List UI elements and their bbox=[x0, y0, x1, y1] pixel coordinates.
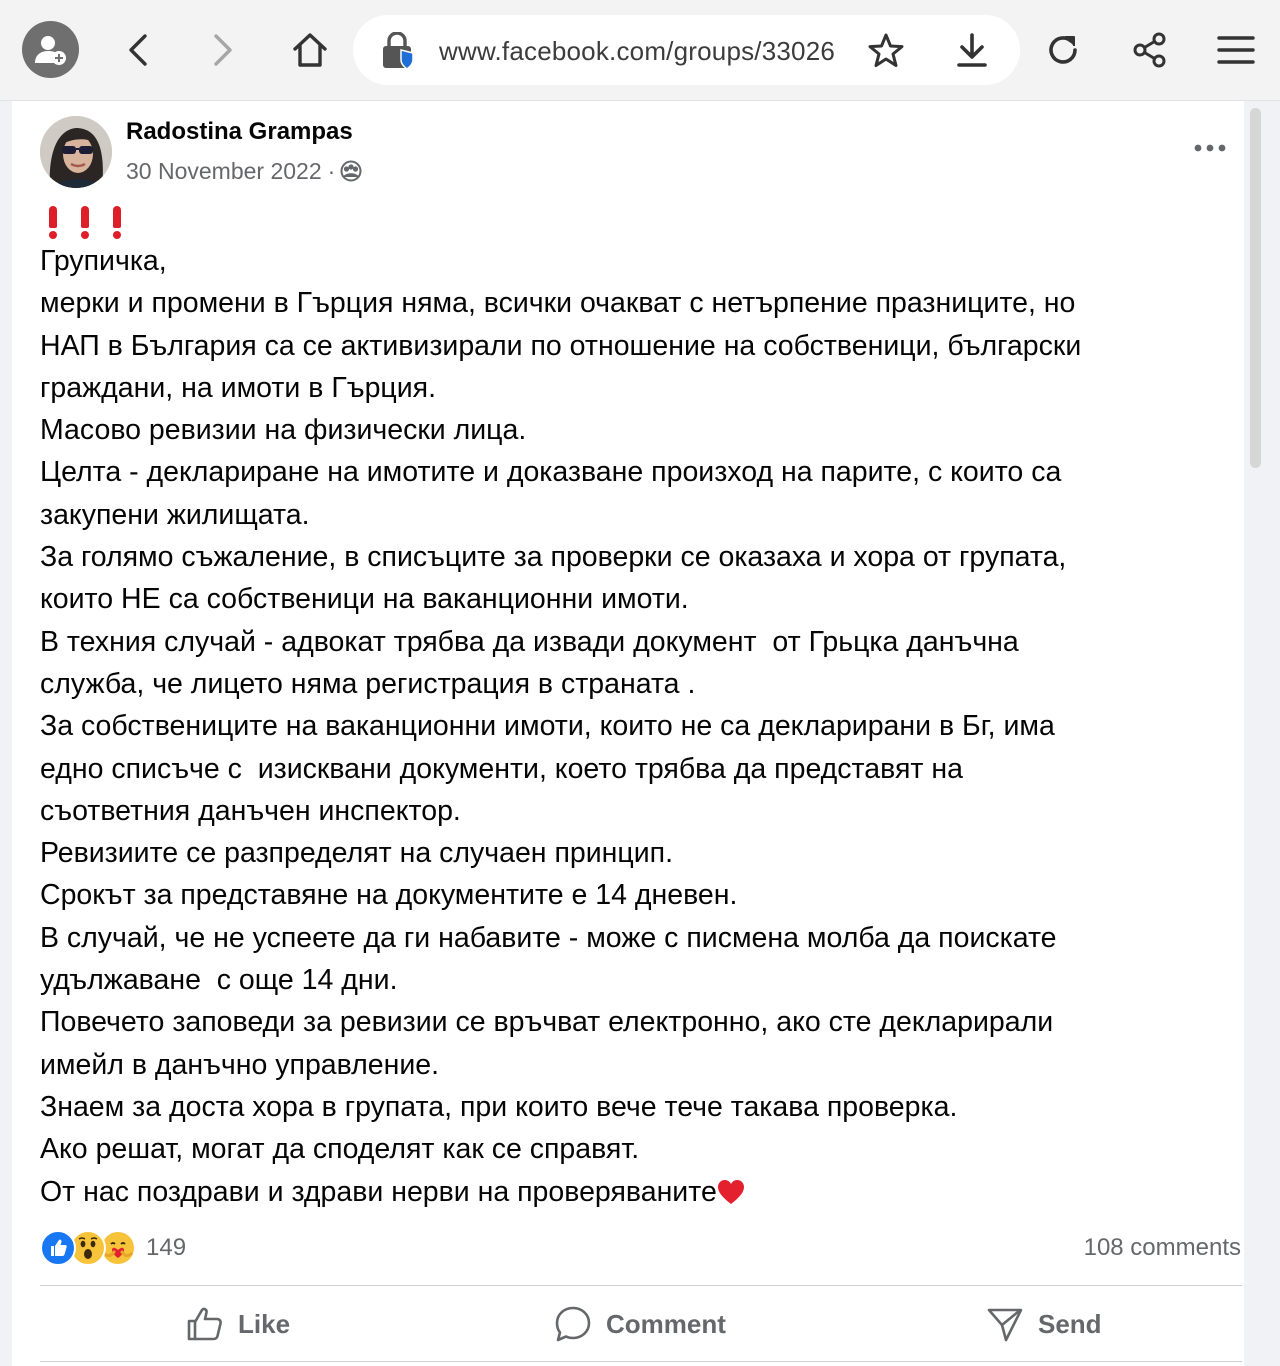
exclamation-emoji bbox=[108, 203, 126, 239]
body-line: служба, че лицето няма регистрация в стр… bbox=[40, 667, 696, 700]
scrollbar-thumb[interactable] bbox=[1250, 108, 1261, 468]
avatar[interactable] bbox=[40, 116, 112, 188]
body-line-last: От нас поздрави и здрави нерви на провер… bbox=[40, 1171, 1230, 1213]
reload-icon[interactable] bbox=[1043, 30, 1083, 70]
address-bar[interactable]: www.facebook.com/groups/33026 bbox=[353, 15, 1020, 85]
download-icon[interactable] bbox=[952, 31, 992, 71]
privacy-icon bbox=[340, 160, 362, 182]
body-line: За собствениците на ваканционни имоти, к… bbox=[40, 710, 1055, 743]
send-button[interactable]: Send bbox=[986, 1302, 1102, 1346]
body-line: мерки и промени в Гърция няма, всички оч… bbox=[40, 287, 1076, 320]
back-icon[interactable] bbox=[120, 30, 156, 70]
more-icon[interactable] bbox=[1192, 134, 1228, 162]
author-name[interactable]: Radostina Grampas bbox=[126, 117, 353, 147]
post-date[interactable]: 30 November 2022 bbox=[126, 156, 322, 186]
share-icon[interactable] bbox=[1130, 30, 1170, 70]
send-icon bbox=[987, 1308, 1023, 1342]
body-line: Ревизиите се разпределят на случаен прин… bbox=[40, 837, 673, 870]
body-line: съответния данъчен инспектор. bbox=[40, 794, 461, 827]
like-label: Like bbox=[238, 1308, 291, 1339]
comment-label: Comment bbox=[606, 1308, 726, 1339]
comment-button[interactable]: Comment bbox=[554, 1302, 726, 1346]
body-line: В случай, че не успеете да ги набавите -… bbox=[40, 921, 1057, 954]
menu-icon[interactable] bbox=[1216, 32, 1256, 68]
body-line: Целта - деклариране на имотите и доказва… bbox=[40, 456, 1062, 489]
like-icon bbox=[187, 1307, 222, 1341]
body-line: Знаем за доста хора в групата, при които… bbox=[40, 1090, 958, 1123]
reaction-count: 149 bbox=[146, 1234, 187, 1261]
body-line: закупени жилищата. bbox=[40, 498, 310, 531]
home-icon[interactable] bbox=[288, 28, 332, 72]
star-icon[interactable] bbox=[866, 31, 906, 71]
divider bbox=[40, 1361, 1242, 1362]
body-line: НАП в България са се активизирали по отн… bbox=[40, 329, 1082, 362]
body-line: имейл в данъчно управление. bbox=[40, 1048, 440, 1081]
lock-icon[interactable] bbox=[379, 31, 417, 71]
comment-icon bbox=[555, 1306, 591, 1342]
body-line: За голямо съжаление, в списъците за пров… bbox=[40, 541, 1067, 574]
heart-emoji bbox=[717, 1175, 745, 1204]
like-button[interactable]: Like bbox=[186, 1302, 290, 1346]
body-line: Групичка, bbox=[40, 245, 167, 277]
divider bbox=[40, 1285, 1242, 1286]
comments-count[interactable]: 108 comments bbox=[1084, 1232, 1241, 1264]
exclamation-emoji bbox=[76, 203, 94, 239]
body-line-text: От нас поздрави и здрави нерви на провер… bbox=[40, 1175, 717, 1208]
post-body: Групичка, мерки и промени в Гърция няма,… bbox=[40, 240, 1230, 1213]
reactions-summary[interactable]: 149 bbox=[40, 1228, 186, 1268]
post-meta: 30 November 2022 · bbox=[126, 156, 362, 186]
body-line: Срокът за представяне на документите е 1… bbox=[40, 879, 738, 912]
body-line: Повечето заповеди за ревизии се връчват … bbox=[40, 1006, 1054, 1039]
browser-toolbar: www.facebook.com/groups/33026 bbox=[0, 0, 1280, 101]
exclamation-emojis bbox=[44, 203, 126, 239]
like-reaction-icon bbox=[40, 1230, 76, 1266]
body-line: едно списъче с изисквани документи, коет… bbox=[40, 752, 963, 785]
forward-icon[interactable] bbox=[205, 30, 241, 70]
meta-separator: · bbox=[327, 158, 336, 184]
exclamation-emoji bbox=[44, 203, 62, 239]
url-text[interactable]: www.facebook.com/groups/33026 bbox=[439, 35, 839, 67]
body-line: В техния случай - адвокат трябва да изва… bbox=[40, 625, 1019, 658]
body-line: Ако решат, могат да споделят как се спра… bbox=[40, 1133, 640, 1166]
body-line: удължаване с още 14 дни. bbox=[40, 964, 398, 997]
body-line: граждани, на имоти в Гърция. bbox=[40, 371, 437, 404]
profile-icon[interactable] bbox=[22, 21, 79, 78]
send-label: Send bbox=[1038, 1308, 1102, 1339]
body-line: които НЕ са собственици на ваканционни и… bbox=[40, 583, 689, 616]
body-line: Масово ревизии на физически лица. bbox=[40, 414, 527, 447]
